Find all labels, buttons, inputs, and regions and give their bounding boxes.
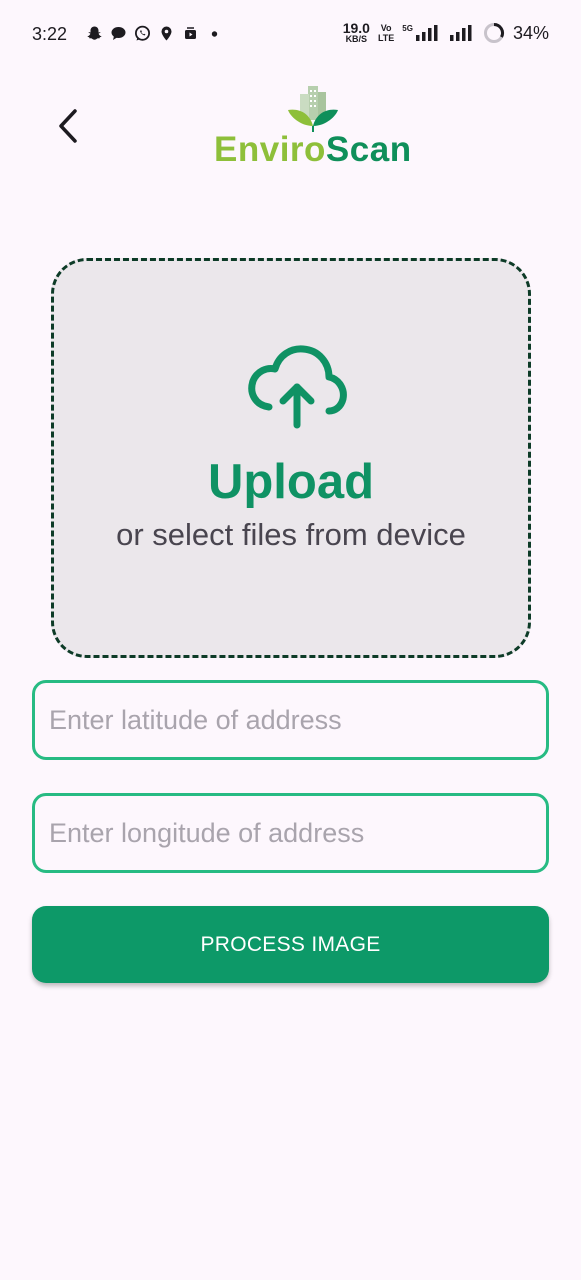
back-button[interactable] [48,104,88,148]
status-time: 3:22 [32,24,68,44]
volte-indicator: Vo LTE [378,23,394,43]
status-bar: 3:22 19.0 KB/S Vo LTE 5G 34% [0,0,581,70]
battery-ring-icon [483,23,504,43]
signal-strength-2-icon [449,25,472,41]
latitude-input[interactable] [32,680,549,760]
logo-wordmark: EnviroScan [214,130,412,170]
logo-text-enviro: Enviro [214,130,326,169]
arrow-left-icon [59,109,77,143]
app-header: EnviroScan [0,70,581,200]
location-app-icon [158,25,175,42]
network-type-label: 5G [402,24,413,33]
net-speed-indicator: 19.0 KB/S [343,21,370,44]
signal-5g: 5G [402,24,441,42]
net-speed-unit: KB/S [345,34,368,44]
cloud-upload-icon [248,345,347,429]
status-right: 19.0 KB/S Vo LTE 5G 34% [343,21,549,44]
upload-title: Upload [207,455,375,509]
notification-icons [86,25,223,42]
snapchat-icon [86,25,103,42]
building-leaf-logo-icon [288,86,338,132]
upload-dropzone[interactable]: Upload or select files from device [51,258,531,658]
battery-percent: 34% [512,22,549,43]
volte-top: Vo [380,23,392,33]
signal-strength-icon [415,25,438,41]
more-notifications-dot-icon [206,25,223,42]
enviroscan-logo: EnviroScan [208,80,418,170]
volte-bottom: LTE [377,33,395,43]
media-icon [182,25,199,42]
whatsapp-icon [134,25,151,42]
chat-bubble-icon [110,25,127,42]
upload-subtitle: or select files from device [116,517,466,552]
logo-text-scan: Scan [325,130,412,169]
process-image-button[interactable]: PROCESS IMAGE [32,906,549,983]
longitude-input[interactable] [32,793,549,873]
